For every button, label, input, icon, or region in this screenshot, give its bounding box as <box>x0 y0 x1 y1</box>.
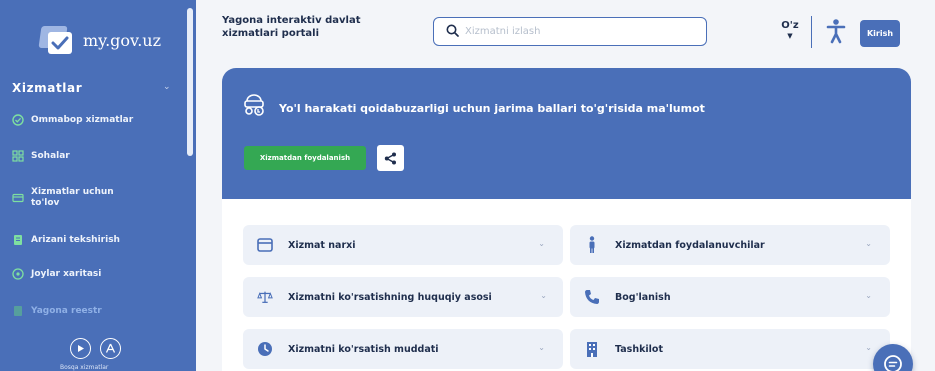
card-contact[interactable]: Bog'lanish ⌄ <box>570 277 890 317</box>
header-divider <box>811 16 812 48</box>
accessibility-circle-icon[interactable] <box>100 338 121 359</box>
search-icon <box>446 22 459 41</box>
chevron-down-icon[interactable]: ⌄ <box>163 82 171 92</box>
document-icon <box>12 234 24 246</box>
sidebar-item-label: Sohalar <box>31 150 70 161</box>
service-banner: Yo'l harakati qoidabuzarligi uchun jarim… <box>222 68 911 199</box>
card-label: Bog'lanish <box>615 291 671 303</box>
sidebar-item-label: Xizmatlar uchun to'lov <box>31 187 114 208</box>
portal-title: Yagona interaktiv davlat xizmatlari port… <box>222 15 361 39</box>
search-input[interactable] <box>465 26 695 37</box>
card-label: Xizmatni ko'rsatishning huquqiy asosi <box>288 291 492 303</box>
card-legal-basis[interactable]: Xizmatni ko'rsatishning huquqiy asosi ⌄ <box>243 277 563 317</box>
sidebar-item-label: Ommabop xizmatlar <box>31 114 134 125</box>
card-service-price[interactable]: Xizmat narxi ⌄ <box>243 225 563 265</box>
sidebar-item-label: Yagona reestr <box>31 305 102 316</box>
sidebar: my.gov.uz Xizmatlar ⌄ Ommabop xizmatlar … <box>0 0 196 371</box>
language-label: O'z <box>781 20 799 31</box>
registry-icon <box>12 305 24 317</box>
location-icon <box>12 268 24 280</box>
sidebar-item-check-application[interactable]: Arizani tekshirish <box>12 234 120 246</box>
service-title: Yo'l harakati qoidabuzarligi uchun jarim… <box>279 102 705 115</box>
check-circle-icon <box>12 114 24 126</box>
sidebar-item-label: Arizani tekshirish <box>31 234 120 245</box>
sidebar-item-registry[interactable]: Yagona reestr <box>12 305 102 317</box>
login-button[interactable]: Kirish <box>860 20 900 47</box>
chevron-down-icon: ⌄ <box>538 239 545 248</box>
traffic-fine-icon <box>242 93 266 117</box>
sidebar-item-popular[interactable]: Ommabop xizmatlar <box>12 114 133 126</box>
card-organization[interactable]: Tashkilot ⌄ <box>570 329 890 369</box>
share-button[interactable] <box>377 145 404 171</box>
logo-icon <box>38 26 74 54</box>
play-icon[interactable] <box>70 338 91 359</box>
person-icon <box>584 236 600 253</box>
logo-text: my.gov.uz <box>83 30 162 50</box>
site-logo[interactable]: my.gov.uz <box>38 26 162 54</box>
chevron-down-icon: ⌄ <box>865 239 872 248</box>
sidebar-item-map[interactable]: Joylar xaritasi <box>12 268 101 280</box>
chevron-down-icon: ⌄ <box>538 343 545 352</box>
chevron-down-icon: ⌄ <box>865 291 872 300</box>
scales-icon <box>257 289 273 305</box>
sidebar-item-payment[interactable]: Xizmatlar uchun to'lov <box>12 187 142 209</box>
language-selector[interactable]: O'z ▼ <box>778 20 802 40</box>
wallet-icon <box>257 237 273 253</box>
sidebar-item-label: Joylar xaritasi <box>31 268 102 279</box>
share-icon <box>384 152 396 164</box>
use-service-button[interactable]: Xizmatdan foydalanish <box>244 146 366 170</box>
building-icon <box>584 341 600 357</box>
card-icon <box>12 192 24 204</box>
card-label: Xizmatni ko'rsatish muddati <box>288 343 439 355</box>
grid-icon <box>12 150 24 162</box>
chat-icon <box>884 355 902 371</box>
accessibility-icon[interactable] <box>826 18 846 44</box>
card-service-duration[interactable]: Xizmatni ko'rsatish muddati ⌄ <box>243 329 563 369</box>
card-service-users[interactable]: Xizmatdan foydalanuvchilar ⌄ <box>570 225 890 265</box>
sidebar-section-title[interactable]: Xizmatlar <box>12 81 82 95</box>
chevron-down-icon: ⌄ <box>865 343 872 352</box>
card-label: Xizmatdan foydalanuvchilar <box>615 239 765 251</box>
sidebar-scrollbar[interactable] <box>187 8 193 156</box>
caret-down-icon: ▼ <box>787 32 793 40</box>
chevron-down-icon: ⌄ <box>540 291 547 300</box>
card-label: Tashkilot <box>615 343 663 355</box>
clock-icon <box>257 341 273 357</box>
phone-icon <box>584 289 600 305</box>
card-label: Xizmat narxi <box>288 239 356 251</box>
sidebar-item-spheres[interactable]: Sohalar <box>12 150 70 162</box>
service-info-panel: Xizmat narxi ⌄ Xizmatdan foydalanuvchila… <box>222 199 911 371</box>
search-box[interactable] <box>433 17 707 46</box>
sidebar-footer-text: Bosqa xizmatlar <box>60 364 109 371</box>
